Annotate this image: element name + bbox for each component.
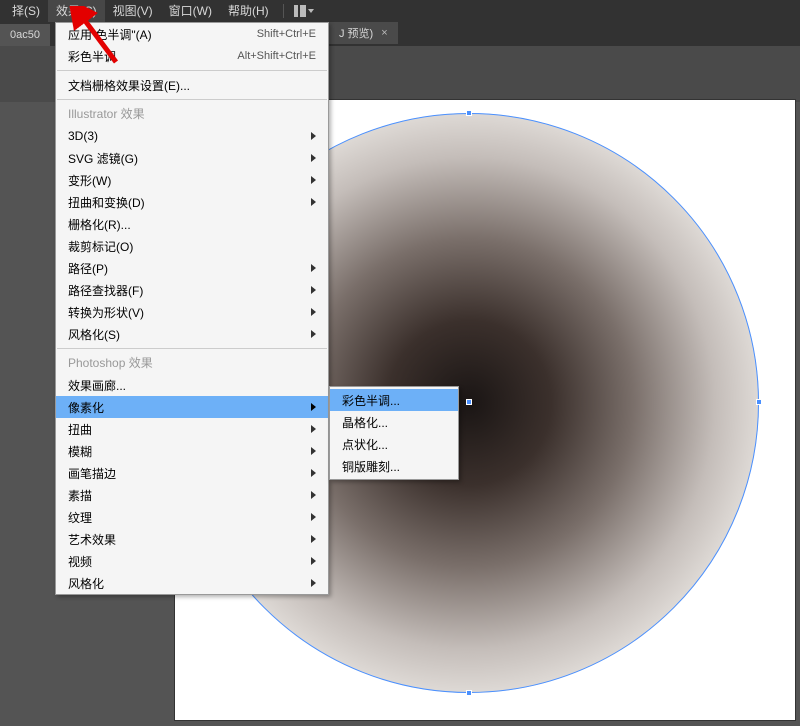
chevron-right-icon — [311, 154, 316, 162]
chevron-right-icon — [311, 425, 316, 433]
menu-label: 视频 — [68, 553, 92, 570]
menu-label: 路径(P) — [68, 260, 108, 277]
rasterize-item[interactable]: 栅格化(R)... — [56, 213, 328, 235]
menu-separator — [57, 348, 327, 349]
menu-label: 模糊 — [68, 443, 92, 460]
distort-ps-item[interactable]: 扭曲 — [56, 418, 328, 440]
crystallize-submenu-item[interactable]: 晶格化... — [330, 411, 458, 433]
chevron-right-icon — [311, 535, 316, 543]
menu-help[interactable]: 帮助(H) — [220, 0, 277, 22]
color-halftone-submenu-item[interactable]: 彩色半调... — [330, 389, 458, 411]
menu-label: 风格化 — [68, 575, 104, 592]
menu-label: 效果画廊... — [68, 377, 126, 394]
color-halftone-item[interactable]: 彩色半调 Alt+Shift+Ctrl+E — [56, 45, 328, 67]
chevron-right-icon — [311, 469, 316, 477]
menu-label: 铜版雕刻... — [342, 458, 400, 475]
menu-label: SVG 滤镜(G) — [68, 150, 138, 167]
menubar-divider — [283, 4, 284, 18]
warp-item[interactable]: 变形(W) — [56, 169, 328, 191]
chevron-right-icon — [311, 579, 316, 587]
menu-label: 彩色半调 — [68, 48, 116, 65]
chevron-right-icon — [311, 176, 316, 184]
artistic-item[interactable]: 艺术效果 — [56, 528, 328, 550]
stylize-ps-item[interactable]: 风格化 — [56, 572, 328, 594]
menu-window[interactable]: 窗口(W) — [161, 0, 220, 22]
menu-label: 应用 色半调"(A) — [68, 26, 152, 43]
menu-label: 风格化(S) — [68, 326, 120, 343]
sketch-item[interactable]: 素描 — [56, 484, 328, 506]
menu-label: 扭曲 — [68, 421, 92, 438]
document-tab-label[interactable]: J 预览) × — [329, 22, 398, 44]
chevron-right-icon — [311, 557, 316, 565]
chevron-right-icon — [311, 132, 316, 140]
chevron-right-icon — [311, 403, 316, 411]
chevron-down-icon — [308, 9, 314, 13]
chevron-right-icon — [311, 286, 316, 294]
tab-prefix: 0ac50 — [10, 29, 40, 41]
selection-handle-bottom[interactable] — [466, 690, 472, 696]
effects-dropdown: 应用 色半调"(A) Shift+Ctrl+E 彩色半调 Alt+Shift+C… — [55, 22, 329, 595]
chevron-right-icon — [311, 198, 316, 206]
doc-raster-settings-item[interactable]: 文档栅格效果设置(E)... — [56, 74, 328, 96]
apply-last-effect-item[interactable]: 应用 色半调"(A) Shift+Ctrl+E — [56, 23, 328, 45]
chevron-right-icon — [311, 491, 316, 499]
menu-label: 扭曲和变换(D) — [68, 194, 145, 211]
menu-label: 路径查找器(F) — [68, 282, 143, 299]
pointillize-submenu-item[interactable]: 点状化... — [330, 433, 458, 455]
menu-label: 点状化... — [342, 436, 388, 453]
menu-label: 画笔描边 — [68, 465, 116, 482]
selection-handle-right[interactable] — [756, 399, 762, 405]
menu-label: 变形(W) — [68, 172, 111, 189]
stylize-item[interactable]: 风格化(S) — [56, 323, 328, 345]
layout-view-icon[interactable] — [290, 0, 318, 22]
menu-select[interactable]: 择(S) — [4, 0, 48, 22]
effect-gallery-item[interactable]: 效果画廊... — [56, 374, 328, 396]
close-icon[interactable]: × — [381, 27, 387, 39]
selection-handle-center[interactable] — [466, 399, 472, 405]
menu-label: 艺术效果 — [68, 531, 116, 548]
menu-view[interactable]: 视图(V) — [105, 0, 161, 22]
menu-label: 像素化 — [68, 399, 104, 416]
distort-transform-item[interactable]: 扭曲和变换(D) — [56, 191, 328, 213]
chevron-right-icon — [311, 264, 316, 272]
pixelate-item[interactable]: 像素化 — [56, 396, 328, 418]
chevron-right-icon — [311, 330, 316, 338]
menu-shortcut: Alt+Shift+Ctrl+E — [237, 50, 316, 62]
menubar: 择(S) 效果(C) 视图(V) 窗口(W) 帮助(H) — [0, 0, 800, 22]
photoshop-effects-header: Photoshop 效果 — [56, 352, 328, 374]
selection-handle-top[interactable] — [466, 110, 472, 116]
path-item[interactable]: 路径(P) — [56, 257, 328, 279]
menu-label: 素描 — [68, 487, 92, 504]
texture-item[interactable]: 纹理 — [56, 506, 328, 528]
menu-label: 转换为形状(V) — [68, 304, 144, 321]
menu-label: 文档栅格效果设置(E)... — [68, 77, 190, 94]
chevron-right-icon — [311, 308, 316, 316]
menu-effects[interactable]: 效果(C) — [48, 0, 105, 22]
blur-item[interactable]: 模糊 — [56, 440, 328, 462]
menu-label: 彩色半调... — [342, 392, 400, 409]
menu-separator — [57, 70, 327, 71]
menu-label: 纹理 — [68, 509, 92, 526]
menu-label: 栅格化(R)... — [68, 216, 131, 233]
document-tab[interactable]: 0ac50 — [0, 24, 50, 46]
convert-to-shape-item[interactable]: 转换为形状(V) — [56, 301, 328, 323]
pixelate-submenu: 彩色半调... 晶格化... 点状化... 铜版雕刻... — [329, 386, 459, 480]
video-item[interactable]: 视频 — [56, 550, 328, 572]
menu-label: 3D(3) — [68, 129, 98, 143]
3d-item[interactable]: 3D(3) — [56, 125, 328, 147]
mezzotint-submenu-item[interactable]: 铜版雕刻... — [330, 455, 458, 477]
menu-label: 晶格化... — [342, 414, 388, 431]
tab-label-text: J 预览) — [339, 25, 373, 41]
illustrator-effects-header: Illustrator 效果 — [56, 103, 328, 125]
chevron-right-icon — [311, 513, 316, 521]
menu-separator — [57, 99, 327, 100]
chevron-right-icon — [311, 447, 316, 455]
brush-strokes-item[interactable]: 画笔描边 — [56, 462, 328, 484]
svg-filter-item[interactable]: SVG 滤镜(G) — [56, 147, 328, 169]
menu-label: 裁剪标记(O) — [68, 238, 133, 255]
crop-marks-item[interactable]: 裁剪标记(O) — [56, 235, 328, 257]
pathfinder-item[interactable]: 路径查找器(F) — [56, 279, 328, 301]
menu-shortcut: Shift+Ctrl+E — [257, 28, 316, 40]
